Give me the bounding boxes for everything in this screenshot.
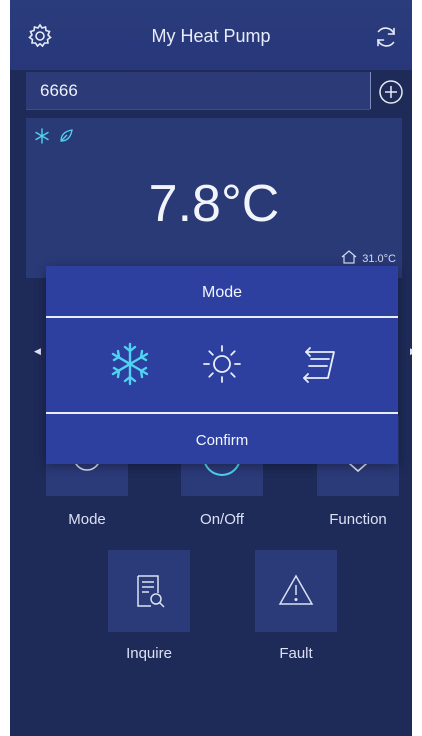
top-bar: My Heat Pump: [10, 0, 412, 70]
plus-circle-icon[interactable]: [378, 79, 404, 105]
house-icon: [341, 250, 357, 267]
inquire-label: Inquire: [126, 645, 172, 662]
device-selector[interactable]: 6666: [26, 72, 370, 110]
status-icons: [34, 128, 74, 149]
outdoor-temperature: 31.0°C: [362, 252, 396, 265]
current-temperature: 7.8°C: [148, 175, 280, 233]
warning-icon: [276, 571, 316, 611]
page-title: My Heat Pump: [151, 26, 271, 46]
auto-mode-icon[interactable]: [294, 338, 346, 390]
divider: [370, 72, 371, 109]
fault-button[interactable]: [255, 550, 337, 632]
device-name: 6666: [40, 81, 78, 100]
divider: [46, 316, 398, 318]
heat-mode-icon[interactable]: [196, 338, 248, 390]
status-panel: 7.8°C 31.0°C: [26, 118, 402, 278]
outdoor-temperature-readout: 31.0°C: [341, 250, 396, 267]
cool-mode-icon[interactable]: [104, 338, 156, 390]
onoff-label: On/Off: [200, 511, 244, 528]
inquire-icon: [129, 571, 169, 611]
function-label: Function: [329, 511, 387, 528]
dialog-title: Mode: [201, 284, 243, 301]
app-screen: My Heat Pump 6666 7.8°C 31.0°C ◀ Mode On…: [10, 0, 412, 736]
leaf-icon: [58, 128, 74, 149]
mode-dialog: Mode Confirm: [46, 266, 398, 464]
arrow-right-icon[interactable]: ▶: [410, 346, 412, 357]
fault-label: Fault: [279, 645, 313, 662]
divider: [46, 412, 398, 414]
arrow-left-icon[interactable]: ◀: [34, 346, 41, 357]
snowflake-icon: [34, 128, 50, 149]
inquire-button[interactable]: [108, 550, 190, 632]
refresh-icon[interactable]: [372, 23, 400, 51]
confirm-button[interactable]: Confirm: [46, 432, 398, 449]
mode-label: Mode: [68, 511, 106, 528]
